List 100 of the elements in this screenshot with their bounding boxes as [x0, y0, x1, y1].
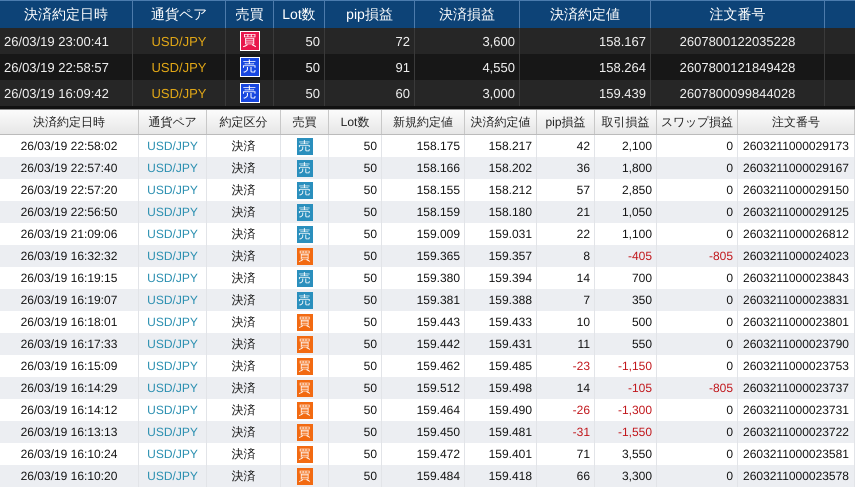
side-badge: 買 — [296, 468, 312, 484]
column-header[interactable]: 約定区分 — [207, 110, 281, 134]
side-badge: 売 — [240, 83, 260, 103]
table-cell: 159.388 — [465, 289, 537, 311]
table-cell: 159.439 — [520, 80, 651, 106]
table-cell: 2603211000023737 — [738, 377, 855, 399]
table-cell: 159.357 — [465, 245, 537, 267]
table-cell: 2603211000029125 — [738, 201, 855, 223]
table-cell: 14 — [537, 377, 595, 399]
side-badge: 売 — [296, 226, 312, 242]
side-badge: 買 — [296, 248, 312, 264]
side-badge: 買 — [296, 424, 312, 440]
table-cell: -1,550 — [595, 421, 657, 443]
table-cell: 36 — [537, 157, 595, 179]
side-badge: 売 — [296, 204, 312, 220]
table-cell: 26/03/19 16:14:29 — [0, 377, 139, 399]
column-header[interactable]: 新規約定値 — [382, 110, 465, 134]
table-cell: 159.484 — [382, 465, 465, 487]
table-cell: 0 — [657, 201, 738, 223]
side-badge: 売 — [296, 292, 312, 308]
side-badge: 売 — [296, 160, 312, 176]
table-cell: 159.442 — [382, 333, 465, 355]
side-badge: 買 — [296, 358, 312, 374]
table-cell: -805 — [657, 377, 738, 399]
table-cell: 3,300 — [595, 465, 657, 487]
table-cell: 26/03/19 22:57:40 — [0, 157, 139, 179]
table-cell: 1,800 — [595, 157, 657, 179]
table-cell: 50 — [329, 157, 382, 179]
table-cell: 2603211000023790 — [738, 333, 855, 355]
table-cell: 2603211000023831 — [738, 289, 855, 311]
table-cell: 159.481 — [465, 421, 537, 443]
table-cell: 0 — [657, 421, 738, 443]
table-cell: -31 — [537, 421, 595, 443]
table-cell: 決済 — [207, 377, 281, 399]
table-cell: 26/03/19 16:17:33 — [0, 333, 139, 355]
column-header[interactable]: Lot数 — [329, 110, 382, 134]
table-cell: 159.431 — [465, 333, 537, 355]
table-cell: 決済 — [207, 201, 281, 223]
column-header[interactable]: 決済約定値 — [465, 110, 537, 134]
table-cell: 50 — [329, 333, 382, 355]
table-cell: 158.166 — [382, 157, 465, 179]
table-cell: 0 — [657, 333, 738, 355]
side-badge: 売 — [296, 182, 312, 198]
table-cell: 0 — [657, 157, 738, 179]
table-cell: 26/03/19 22:56:50 — [0, 201, 139, 223]
table-cell: 159.498 — [465, 377, 537, 399]
table-cell: 159.512 — [382, 377, 465, 399]
table-cell: 50 — [329, 465, 382, 487]
column-header[interactable]: 売買 — [281, 110, 329, 134]
table-cell: 8 — [537, 245, 595, 267]
table-cell: 0 — [657, 465, 738, 487]
table-cell: 1,050 — [595, 201, 657, 223]
table-cell: 50 — [329, 201, 382, 223]
table-cell: 26/03/19 16:19:07 — [0, 289, 139, 311]
table-cell: 66 — [537, 465, 595, 487]
table-cell: 決済 — [207, 157, 281, 179]
table-cell: USD/JPY — [133, 80, 226, 106]
table-cell: 2603211000024023 — [738, 245, 855, 267]
side-badge: 買 — [296, 380, 312, 396]
table-cell: -805 — [657, 245, 738, 267]
table-cell: 60 — [325, 80, 415, 106]
table-cell: 550 — [595, 333, 657, 355]
column-header[interactable]: pip損益 — [537, 110, 595, 134]
side-badge: 売 — [296, 138, 312, 154]
table-cell: USD/JPY — [139, 333, 207, 355]
table-cell: 決済 — [207, 421, 281, 443]
table-cell: 159.381 — [382, 289, 465, 311]
side-badge: 買 — [296, 402, 312, 418]
column-header[interactable]: 決済約定日時 — [0, 110, 139, 134]
table-cell: 159.418 — [465, 465, 537, 487]
side-badge: 買 — [296, 314, 312, 330]
table-cell: 50 — [329, 245, 382, 267]
side-badge: 買 — [296, 336, 312, 352]
table-cell: 158.202 — [465, 157, 537, 179]
table-cell: 決済 — [207, 245, 281, 267]
table-cell: 決済 — [207, 465, 281, 487]
table-cell: 21 — [537, 201, 595, 223]
side-badge: 買 — [296, 446, 312, 462]
table-cell: 11 — [537, 333, 595, 355]
table-cell: USD/JPY — [139, 465, 207, 487]
table-cell: 158.159 — [382, 201, 465, 223]
table-cell: USD/JPY — [139, 157, 207, 179]
table-cell: 決済 — [207, 333, 281, 355]
table-cell: -405 — [595, 245, 657, 267]
column-header[interactable]: 注文番号 — [738, 110, 855, 134]
table-cell: 26/03/19 16:10:20 — [0, 465, 139, 487]
table-cell: 158.180 — [465, 201, 537, 223]
table-cell: 26/03/19 16:32:32 — [0, 245, 139, 267]
table-cell: USD/JPY — [139, 201, 207, 223]
column-header[interactable]: 通貨ペア — [139, 110, 207, 134]
table-cell: 50 — [329, 377, 382, 399]
table-cell: 7 — [537, 289, 595, 311]
column-header[interactable]: スワップ損益 — [657, 110, 738, 134]
table-cell: 26/03/19 16:09:42 — [0, 80, 133, 106]
column-header[interactable]: 取引損益 — [595, 110, 657, 134]
table-cell: 159.450 — [382, 421, 465, 443]
side-badge: 売 — [296, 270, 312, 286]
table-cell: 2603211000029167 — [738, 157, 855, 179]
table-cell: 350 — [595, 289, 657, 311]
side-badge: 売 — [240, 57, 260, 77]
